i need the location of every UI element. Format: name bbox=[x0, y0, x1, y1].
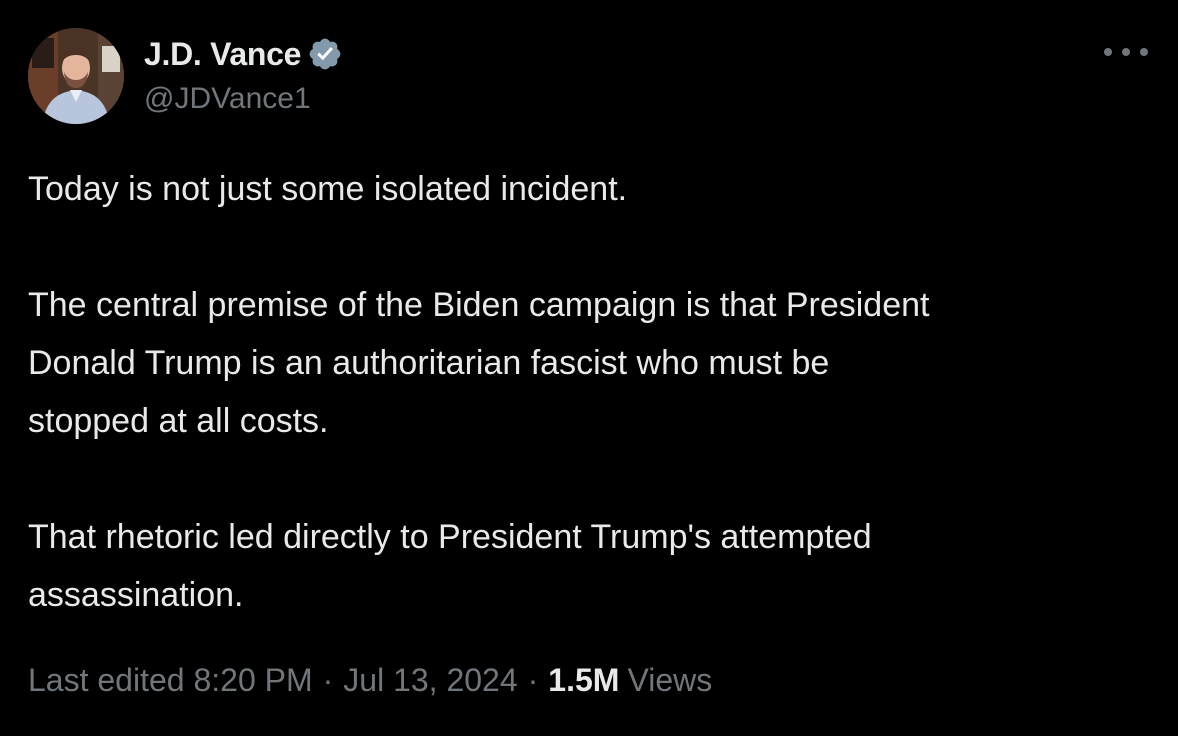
tweet-text: Today is not just some isolated incident… bbox=[28, 160, 1148, 624]
post-date[interactable]: Jul 13, 2024 bbox=[343, 662, 517, 699]
views-count: 1.5M bbox=[548, 662, 620, 698]
separator: · bbox=[527, 662, 539, 698]
more-dot bbox=[1104, 48, 1112, 56]
tweet-metadata: Last edited 8:20 PM · Jul 13, 2024 · 1.5… bbox=[28, 662, 712, 699]
verified-badge-icon[interactable] bbox=[307, 36, 343, 72]
author-handle[interactable]: @JDVance1 bbox=[144, 82, 311, 116]
separator: · bbox=[322, 662, 334, 698]
views-label: Views bbox=[627, 662, 713, 698]
tweet-card: J.D. Vance @JDVance1 Today is not just s… bbox=[0, 0, 1178, 736]
more-dot bbox=[1140, 48, 1148, 56]
tweet-paragraph-1: Today is not just some isolated incident… bbox=[28, 170, 628, 208]
author-name-row: J.D. Vance bbox=[144, 34, 343, 74]
tweet-paragraph-3: That rhetoric led directly to President … bbox=[28, 518, 872, 614]
more-options-icon[interactable] bbox=[1104, 38, 1148, 66]
more-dot bbox=[1122, 48, 1130, 56]
author-avatar[interactable] bbox=[28, 28, 124, 124]
author-name[interactable]: J.D. Vance bbox=[144, 36, 301, 73]
tweet-paragraph-2: The central premise of the Biden campaig… bbox=[28, 286, 930, 440]
avatar-photo-icon bbox=[28, 28, 124, 124]
edited-timestamp[interactable]: Last edited 8:20 PM bbox=[28, 662, 313, 699]
